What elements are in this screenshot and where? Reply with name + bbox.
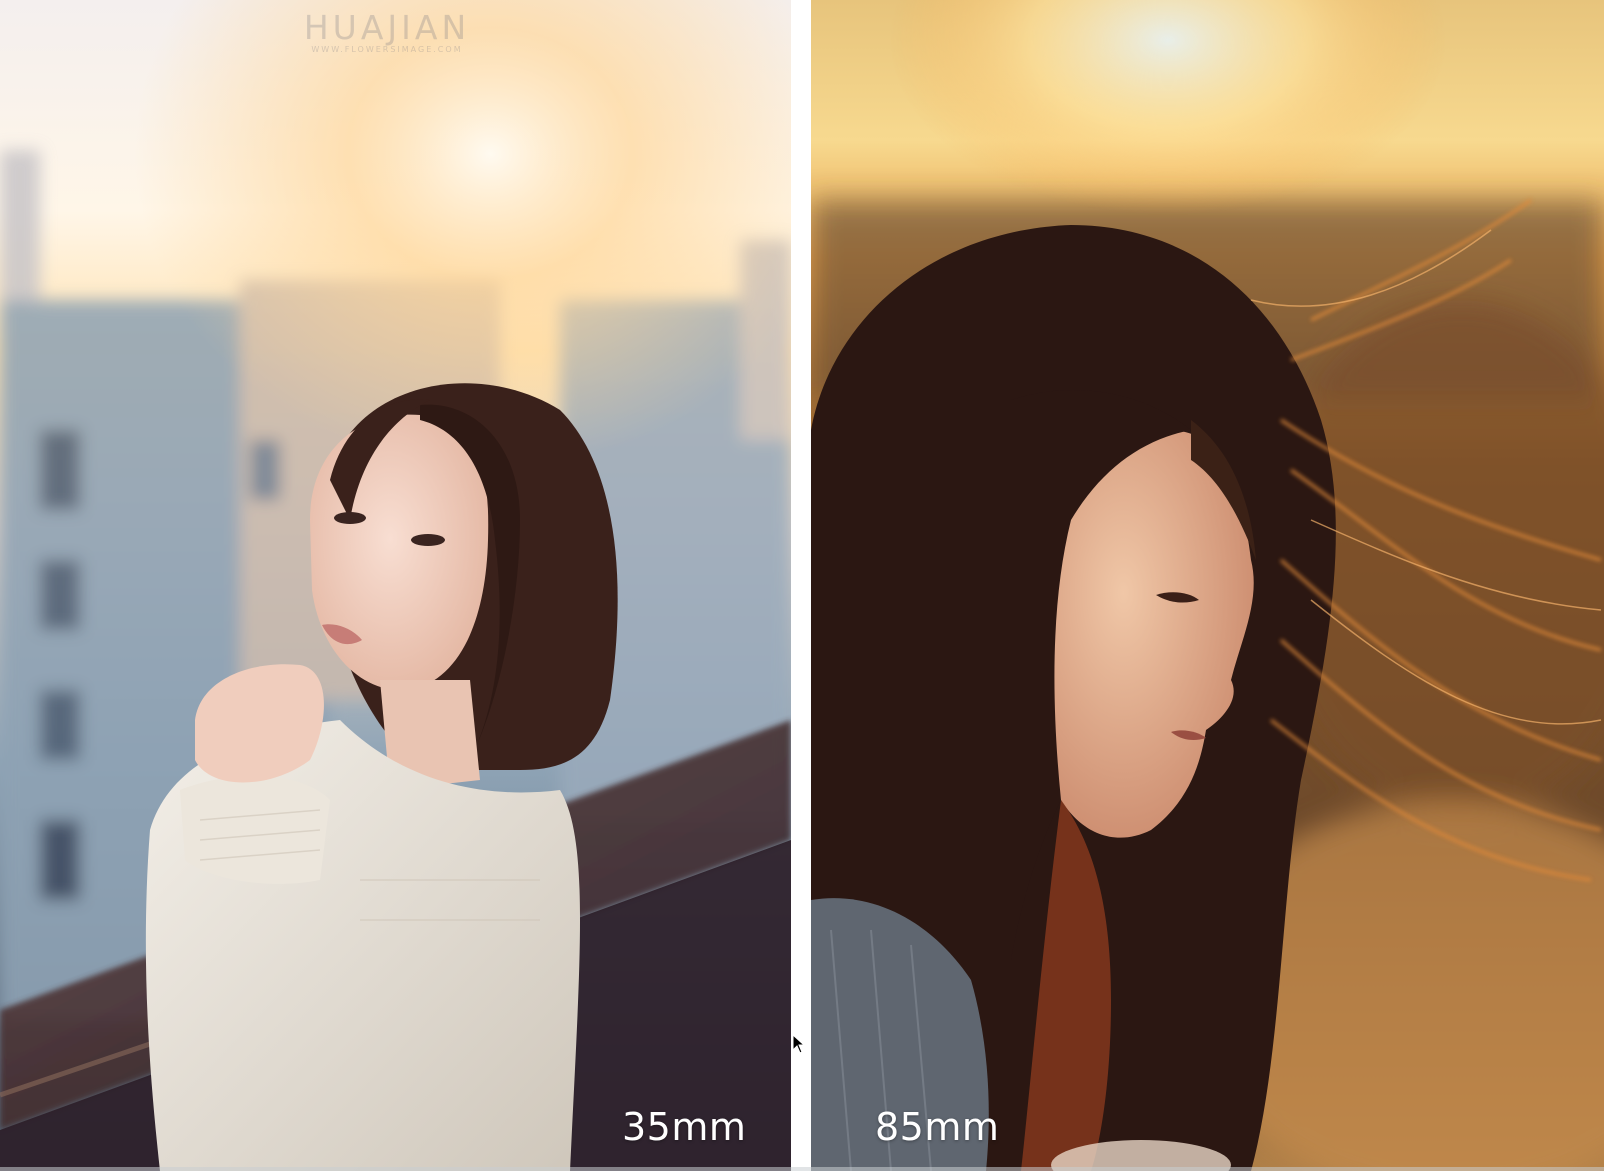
focal-length-label-85mm: 85mm: [875, 1105, 1000, 1149]
photo-85mm-image: [811, 0, 1604, 1171]
mouse-pointer-icon: [792, 1034, 806, 1054]
bottom-scrollbar[interactable]: [0, 1167, 1604, 1171]
photo-35mm: HUAJIAN WWW.FLOWERSIMAGE.COM 35mm: [0, 0, 791, 1171]
photo-85mm: 85mm: [811, 0, 1604, 1171]
watermark: HUAJIAN WWW.FLOWERSIMAGE.COM: [282, 8, 492, 54]
watermark-title: HUAJIAN: [303, 8, 471, 47]
photo-35mm-image: [0, 0, 791, 1171]
focal-length-label-35mm: 35mm: [622, 1105, 747, 1149]
watermark-subtitle: WWW.FLOWERSIMAGE.COM: [311, 45, 463, 54]
